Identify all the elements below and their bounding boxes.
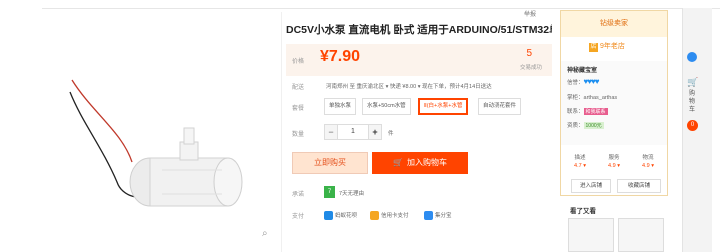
style-selector: 套餐 单独水泵 水泵+50cm水管 Ⅱ(白+水泵+水管 自动浇花套件 (286, 98, 556, 116)
owner-name[interactable]: arthas_arthas (584, 95, 618, 101)
style-option[interactable]: 自动浇花套件 (478, 98, 522, 115)
qualification-label: 资质： (567, 123, 584, 129)
style-label: 套餐 (292, 106, 305, 112)
also-viewed-title: 看了又看 (570, 208, 596, 215)
style-option-selected[interactable]: Ⅱ(白+水泵+水管 (418, 98, 469, 115)
promise-label: 承诺 (292, 192, 305, 198)
cart-count-badge: 0 (687, 120, 698, 131)
recommendation-thumbnail[interactable] (568, 218, 614, 252)
left-gutter (0, 8, 42, 252)
price-label: 价格 (292, 59, 305, 65)
cart-label[interactable]: 购物车 (689, 90, 697, 114)
credit-card-icon (370, 211, 379, 221)
qualification-row: 资质： 1000元 (567, 121, 604, 129)
payment-label: 支付 (292, 214, 305, 220)
style-option[interactable]: 水泵+50cm水管 (362, 98, 411, 115)
shipping-row: 配送 河南郑州 至 重庆渝北区 ▾ 快递 ¥8.00 ▾ 现在下单，预计4月14… (286, 80, 556, 92)
right-toolbar: 🛒 购物车 0 (682, 8, 712, 252)
pump-image (69, 79, 243, 207)
product-image[interactable] (42, 12, 282, 252)
shop-age: 店 9年老店 (589, 41, 625, 52)
service-icon[interactable] (687, 52, 697, 62)
price-box: 价格 ¥7.90 5 交易成功 (286, 44, 552, 76)
dsr-description: 描述 4.7 ▾ (574, 155, 586, 169)
huabei-icon (324, 211, 333, 221)
contact-button[interactable]: 和我联系 (583, 108, 608, 115)
credit-label: 信誉： (567, 80, 584, 86)
promise-row: 承诺 7 7天无理由 (286, 186, 556, 200)
quantity-input[interactable]: 1 (338, 124, 368, 140)
recommendation-thumbnail[interactable] (618, 218, 664, 252)
top-divider (0, 8, 720, 9)
contact-label: 联系： (567, 109, 584, 115)
quantity-label: 数量 (292, 132, 305, 138)
product-title: DC5V小水泵 直流电机 卧式 适用于ARDUINO/51/STM32单片机 (286, 24, 552, 36)
owner-label: 掌柜： (567, 95, 584, 101)
enter-shop-button[interactable]: 进入店铺 (571, 179, 611, 193)
cart-icon: 🛒 (393, 158, 403, 167)
quantity-minus-button[interactable]: − (324, 124, 338, 140)
magnifier-icon[interactable]: ⌕ (262, 228, 268, 239)
sales-count: 5 (526, 48, 532, 59)
quantity-plus-button[interactable]: + (368, 124, 382, 140)
style-option[interactable]: 单独水泵 (324, 98, 357, 115)
payment-item-label: 信用卡支付 (381, 213, 409, 219)
add-to-cart-button[interactable]: 🛒 加入购物车 (372, 152, 468, 174)
dsr-logistics: 物流 4.9 ▾ (642, 155, 654, 169)
shop-name[interactable]: 神秘藏宝室 (567, 65, 597, 74)
payment-item-label: 集分宝 (435, 213, 452, 219)
report-link[interactable]: 举报 (524, 9, 536, 18)
promise-text[interactable]: 7天无理由 (339, 189, 364, 197)
sales-label: 交易成功 (519, 65, 542, 71)
owner-row: 掌柜：arthas_arthas (567, 93, 617, 101)
shipping-text[interactable]: 河南郑州 至 重庆渝北区 ▾ 快递 ¥8.00 ▾ 现在下单，预计4月14日送达 (326, 82, 492, 90)
payment-huabei[interactable]: 蚂蚁花呗 (324, 211, 358, 221)
shipping-label: 配送 (292, 85, 305, 91)
payment-item-label: 蚂蚁花呗 (335, 213, 358, 219)
payment-jifenbao[interactable]: 集分宝 (424, 211, 452, 221)
shop-icon: 店 (589, 43, 598, 52)
seven-day-icon: 7 (324, 186, 335, 198)
shop-age-text: 9年老店 (600, 43, 625, 50)
quantity-stepper: 数量 − 1 + 件 (286, 124, 556, 142)
payment-row: 支付 蚂蚁花呗 信用卡支付 集分宝 (286, 208, 556, 222)
seller-card: 钻级卖家 店 9年老店 神秘藏宝室 信誉：♥♥♥♥ 掌柜：arthas_artha… (560, 10, 668, 196)
cart-icon[interactable]: 🛒 (687, 78, 698, 88)
jifenbao-icon (424, 211, 433, 221)
payment-credit-card[interactable]: 信用卡支付 (370, 211, 409, 221)
seller-level: 钻级卖家 (561, 11, 667, 37)
seller-info: 神秘藏宝室 信誉：♥♥♥♥ 掌柜：arthas_arthas 联系： 和我联系 资… (561, 61, 667, 145)
deposit-badge: 1000元 (583, 122, 604, 129)
price-value: ¥7.90 (320, 48, 361, 65)
favorite-shop-button[interactable]: 收藏店铺 (617, 179, 661, 193)
diamond-icon: ♥♥♥♥ (583, 77, 600, 86)
quantity-unit: 件 (388, 131, 394, 137)
contact-row: 联系： 和我联系 (567, 107, 608, 115)
dsr-service: 服务 4.9 ▾ (608, 155, 620, 169)
credit-row: 信誉：♥♥♥♥ (567, 77, 600, 86)
add-to-cart-label: 加入购物车 (406, 158, 447, 167)
buy-now-button[interactable]: 立即购买 (292, 152, 368, 174)
